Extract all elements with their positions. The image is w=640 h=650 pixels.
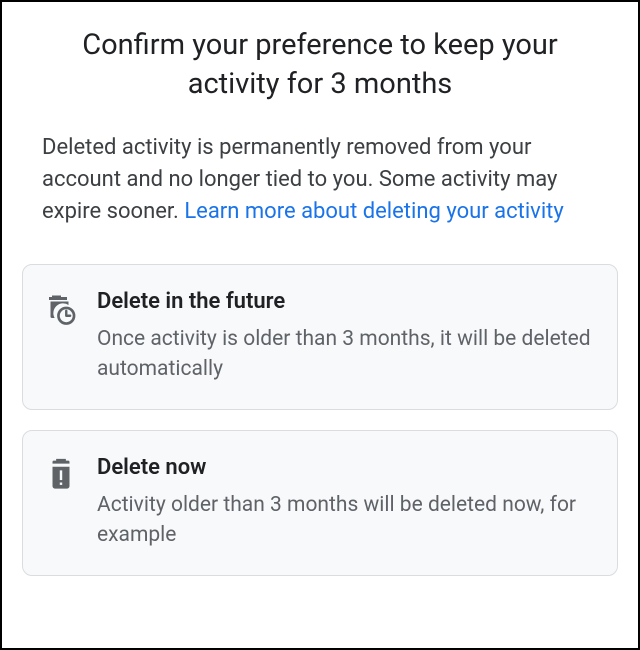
trash-alert-icon — [43, 457, 79, 493]
delete-future-card[interactable]: Delete in the future Once activity is ol… — [22, 264, 618, 410]
page-title: Confirm your preference to keep your act… — [42, 26, 598, 104]
delete-now-card[interactable]: Delete now Activity older than 3 months … — [22, 430, 618, 576]
delete-now-title: Delete now — [97, 455, 595, 480]
delete-now-subtitle: Activity older than 3 months will be del… — [97, 490, 595, 551]
learn-more-link[interactable]: Learn more about deleting your activity — [184, 199, 563, 224]
delete-future-subtitle: Once activity is older than 3 months, it… — [97, 324, 595, 385]
trash-clock-icon — [43, 291, 79, 327]
description-text: Deleted activity is permanently removed … — [42, 132, 598, 228]
delete-future-title: Delete in the future — [97, 289, 595, 314]
